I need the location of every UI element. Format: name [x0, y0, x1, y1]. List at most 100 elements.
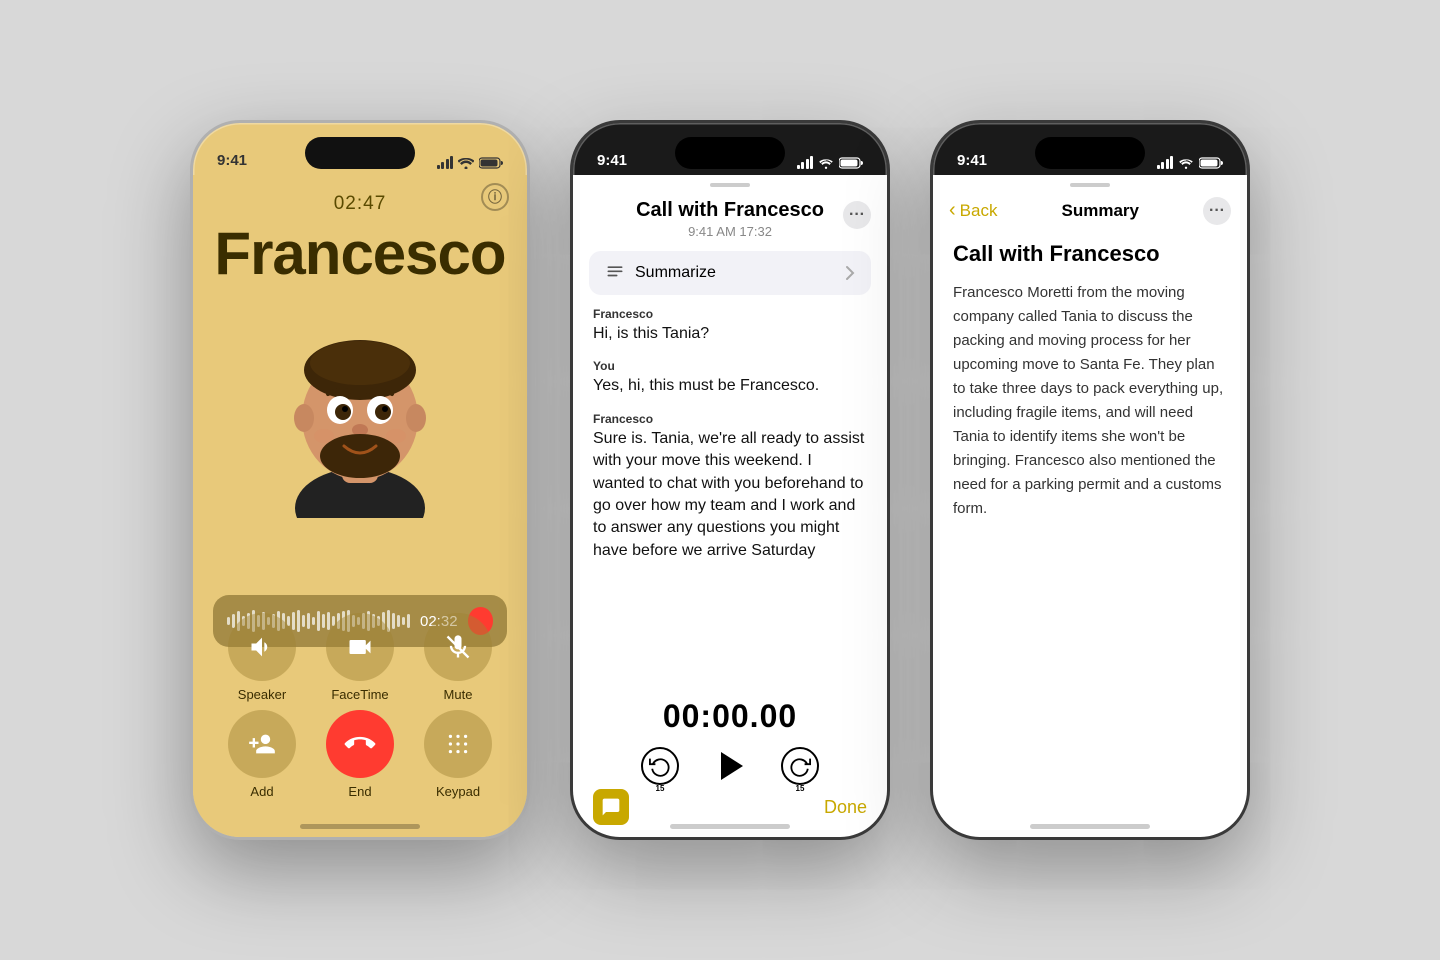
mute-icon [444, 633, 472, 661]
dynamic-island [305, 137, 415, 169]
summarize-label: Summarize [635, 264, 716, 282]
skip-forward-button[interactable]: 15 [781, 747, 819, 785]
battery-icon-3 [1199, 157, 1223, 169]
transcript-entry-1: You Yes, hi, this must be Francesco. [593, 359, 867, 397]
phone-transcript: 9:41 Call with Francesco 9:41 AM 17:32 ·… [570, 120, 890, 840]
dynamic-island-3 [1035, 137, 1145, 169]
speaker-icon [248, 633, 276, 661]
play-icon [721, 752, 743, 780]
phone-active-call: 9:41 ⓘ 02:47 Francesco [190, 120, 530, 840]
battery-icon [479, 157, 503, 169]
keypad-icon [445, 731, 471, 757]
back-chevron-icon: ‹ [949, 199, 956, 222]
add-person-icon [248, 730, 276, 758]
end-label: End [348, 784, 371, 799]
wifi-icon-3 [1178, 157, 1194, 169]
facetime-button[interactable]: FaceTime [326, 613, 394, 702]
call-buttons-row-1: Speaker FaceTime Mute [213, 613, 507, 702]
chat-icon [601, 797, 621, 817]
keypad-button[interactable]: Keypad [424, 710, 492, 799]
status-time-2: 9:41 [597, 152, 627, 169]
skip-back-button[interactable]: 15 [641, 747, 679, 785]
speaker-circle [228, 613, 296, 681]
summary-nav: ‹ Back Summary ··· [933, 187, 1247, 229]
skip-fwd-icon [789, 755, 811, 777]
summarize-left: Summarize [605, 263, 716, 283]
mute-label: Mute [444, 687, 473, 702]
phone-summary: 9:41 ‹ Back Summary ··· Call with France… [930, 120, 1250, 840]
speaker-2: Francesco [593, 412, 867, 426]
text-1: Yes, hi, this must be Francesco. [593, 375, 867, 397]
status-time-1: 9:41 [217, 152, 247, 169]
add-label: Add [250, 784, 273, 799]
home-indicator-3 [1030, 824, 1150, 829]
summarize-button[interactable]: Summarize [589, 251, 871, 295]
keypad-circle [424, 710, 492, 778]
signal-icon [437, 156, 454, 169]
text-2: Sure is. Tania, we're all ready to assis… [593, 428, 867, 562]
transcript-screen: Call with Francesco 9:41 AM 17:32 ··· Su… [573, 175, 887, 837]
summary-body: Call with Francesco Francesco Moretti fr… [933, 229, 1247, 837]
timer-display: 00:00.00 [663, 698, 797, 735]
summary-text: Francesco Moretti from the moving compan… [953, 281, 1227, 521]
audio-player: 00:00.00 15 15 [573, 698, 887, 787]
memoji-svg [270, 298, 450, 518]
playback-controls: 15 15 [641, 745, 819, 787]
add-button[interactable]: Add [228, 710, 296, 799]
keypad-label: Keypad [436, 784, 480, 799]
done-button[interactable]: Done [824, 797, 867, 818]
signal-icon-3 [1157, 156, 1174, 169]
facetime-circle [326, 613, 394, 681]
speaker-0: Francesco [593, 307, 867, 321]
speaker-1: You [593, 359, 867, 373]
status-icons-1 [437, 156, 504, 169]
p2-bottom-bar: Done [573, 789, 887, 825]
chat-button[interactable] [593, 789, 629, 825]
p2-header: Call with Francesco 9:41 AM 17:32 ··· [573, 187, 887, 243]
speaker-button[interactable]: Speaker [228, 613, 296, 702]
fade-overlay [573, 587, 887, 647]
p2-subtitle: 9:41 AM 17:32 [593, 224, 867, 239]
wifi-icon-2 [818, 157, 834, 169]
summary-title: Call with Francesco [953, 241, 1227, 267]
summary-nav-title: Summary [1061, 201, 1138, 221]
status-icons-2 [797, 156, 864, 169]
text-0: Hi, is this Tania? [593, 323, 867, 345]
more-options-button-3[interactable]: ··· [1203, 197, 1231, 225]
call-buttons-row-2: Add End Keypad [213, 710, 507, 799]
facetime-label: FaceTime [331, 687, 388, 702]
end-circle [326, 710, 394, 778]
transcript-entry-2: Francesco Sure is. Tania, we're all read… [593, 412, 867, 562]
signal-icon-2 [797, 156, 814, 169]
facetime-icon [346, 633, 374, 661]
skip-back-icon [649, 755, 671, 777]
status-icons-3 [1157, 156, 1224, 169]
home-indicator-1 [300, 824, 420, 829]
call-info-button[interactable]: ⓘ [481, 183, 509, 211]
summary-screen: ‹ Back Summary ··· Call with Francesco F… [933, 175, 1247, 837]
play-button[interactable] [709, 745, 751, 787]
end-call-icon [339, 723, 381, 765]
summarize-icon [605, 263, 625, 283]
mute-circle [424, 613, 492, 681]
chevron-right-icon [845, 265, 855, 281]
call-duration: 02:47 [334, 193, 387, 215]
speaker-label: Speaker [238, 687, 286, 702]
call-buttons: Speaker FaceTime Mute [213, 613, 507, 807]
battery-icon-2 [839, 157, 863, 169]
wifi-icon [458, 157, 474, 169]
dynamic-island-2 [675, 137, 785, 169]
end-button[interactable]: End [326, 710, 394, 799]
p2-title: Call with Francesco [593, 199, 867, 222]
call-screen: ⓘ 02:47 Francesco [193, 175, 527, 837]
more-options-button-2[interactable]: ··· [843, 201, 871, 229]
back-label: Back [960, 201, 998, 221]
back-button[interactable]: ‹ Back [949, 200, 997, 222]
caller-name: Francesco [214, 219, 505, 288]
status-time-3: 9:41 [957, 152, 987, 169]
home-indicator-2 [670, 824, 790, 829]
avatar [270, 298, 450, 518]
add-circle [228, 710, 296, 778]
mute-button[interactable]: Mute [424, 613, 492, 702]
transcript-entry-0: Francesco Hi, is this Tania? [593, 307, 867, 345]
